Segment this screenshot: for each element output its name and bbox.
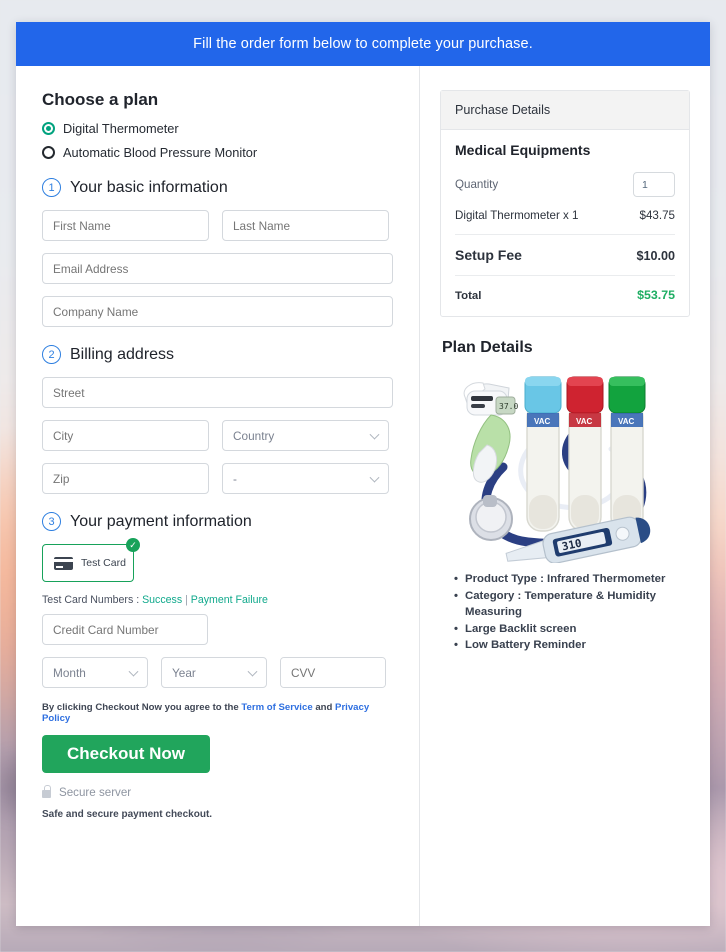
step-title: Billing address bbox=[70, 345, 175, 363]
chevron-down-icon bbox=[128, 666, 139, 677]
product-photo: 37.0 VAC VAC VAC 310 bbox=[443, 367, 687, 564]
purchase-details-box: Purchase Details Medical Equipments Quan… bbox=[440, 90, 690, 317]
banner: Fill the order form below to complete yo… bbox=[16, 22, 710, 66]
street-row bbox=[42, 377, 393, 408]
quantity-row: Quantity bbox=[455, 172, 675, 197]
expiry-cvv-row: Month Year bbox=[42, 657, 393, 688]
list-item: Category : Temperature & Humidity Measur… bbox=[454, 588, 690, 621]
terms-prefix: By clicking Checkout Now you agree to th… bbox=[42, 702, 242, 713]
payment-failure-link[interactable]: Payment Failure bbox=[191, 594, 268, 606]
step-number-badge: 3 bbox=[42, 512, 61, 531]
zip-state-row: - bbox=[42, 463, 393, 494]
month-select[interactable]: Month bbox=[42, 657, 148, 688]
year-select-value: Year bbox=[172, 665, 196, 680]
term-of-service-link[interactable]: Term of Service bbox=[241, 702, 312, 713]
safe-checkout-text: Safe and secure payment checkout. bbox=[42, 809, 213, 820]
svg-text:VAC: VAC bbox=[534, 417, 551, 426]
form-column: Choose a plan Digital Thermometer Automa… bbox=[16, 66, 420, 926]
country-select[interactable]: Country bbox=[222, 420, 389, 451]
line-item-label: Digital Thermometer x 1 bbox=[455, 209, 579, 222]
plan-option-label: Digital Thermometer bbox=[63, 121, 179, 136]
state-select-value: - bbox=[233, 471, 237, 486]
chevron-down-icon bbox=[247, 666, 258, 677]
total-row: Total $53.75 bbox=[455, 276, 675, 302]
line-item-price: $43.75 bbox=[639, 209, 675, 222]
success-link[interactable]: Success bbox=[142, 594, 182, 606]
setup-fee-label: Setup Fee bbox=[455, 247, 522, 263]
checkout-now-button[interactable]: Checkout Now bbox=[42, 735, 210, 773]
svg-text:37.0: 37.0 bbox=[499, 402, 518, 411]
quantity-label: Quantity bbox=[455, 178, 499, 191]
link-separator: | bbox=[182, 594, 191, 606]
cvv-group bbox=[280, 657, 386, 688]
step-number-badge: 2 bbox=[42, 345, 61, 364]
plan-option-blood-pressure-monitor[interactable]: Automatic Blood Pressure Monitor bbox=[42, 145, 393, 160]
credit-card-row bbox=[42, 614, 393, 645]
step-2-header: 2 Billing address bbox=[42, 345, 393, 364]
test-card-option[interactable]: Test Card ✓ bbox=[42, 538, 140, 582]
month-select-value: Month bbox=[53, 665, 86, 680]
total-price: $53.75 bbox=[637, 288, 675, 302]
check-circle-icon: ✓ bbox=[126, 538, 140, 552]
list-item: Product Type : Infrared Thermometer bbox=[454, 571, 690, 588]
country-select-value: Country bbox=[233, 428, 275, 443]
cvv-input[interactable] bbox=[281, 658, 385, 687]
company-row bbox=[42, 296, 393, 327]
company-name-input[interactable] bbox=[42, 296, 393, 327]
state-select[interactable]: - bbox=[222, 463, 389, 494]
email-input[interactable] bbox=[42, 253, 393, 284]
equipment-title: Medical Equipments bbox=[455, 142, 591, 158]
terms-middle: and bbox=[312, 702, 336, 713]
svg-text:VAC: VAC bbox=[576, 417, 593, 426]
last-name-input[interactable] bbox=[222, 210, 389, 241]
plan-option-digital-thermometer[interactable]: Digital Thermometer bbox=[42, 121, 393, 136]
step-title: Your payment information bbox=[70, 512, 252, 530]
credit-card-icon bbox=[54, 556, 73, 570]
purchase-details-header: Purchase Details bbox=[441, 91, 689, 130]
street-input[interactable] bbox=[42, 377, 393, 408]
plan-details-bullets: Product Type : Infrared Thermometer Cate… bbox=[454, 571, 690, 654]
email-row bbox=[42, 253, 393, 284]
checkout-card: Fill the order form below to complete yo… bbox=[16, 22, 710, 926]
list-item: Large Backlit screen bbox=[454, 621, 690, 638]
step-1-header: 1 Your basic information bbox=[42, 178, 393, 197]
quantity-input[interactable] bbox=[633, 172, 675, 197]
setup-fee-price: $10.00 bbox=[636, 249, 675, 263]
radio-selected-icon[interactable] bbox=[42, 122, 55, 135]
terms-text: By clicking Checkout Now you agree to th… bbox=[42, 702, 393, 724]
secure-server-text: Secure server bbox=[59, 786, 132, 799]
test-card-label: Test Card bbox=[81, 557, 126, 569]
step-title: Your basic information bbox=[70, 178, 228, 196]
medical-equipment-image: 37.0 VAC VAC VAC 310 bbox=[463, 376, 651, 564]
summary-column: Purchase Details Medical Equipments Quan… bbox=[420, 66, 710, 926]
card-body: Choose a plan Digital Thermometer Automa… bbox=[16, 66, 710, 926]
city-input[interactable] bbox=[42, 420, 209, 451]
credit-card-number-input[interactable] bbox=[42, 614, 208, 645]
year-select[interactable]: Year bbox=[161, 657, 267, 688]
choose-a-plan-heading: Choose a plan bbox=[42, 90, 159, 109]
radio-unselected-icon[interactable] bbox=[42, 146, 55, 159]
setup-fee-row: Setup Fee $10.00 bbox=[455, 235, 675, 276]
plan-details-title: Plan Details bbox=[442, 339, 533, 356]
banner-text: Fill the order form below to complete yo… bbox=[193, 36, 533, 52]
line-item-row: Digital Thermometer x 1 $43.75 bbox=[455, 209, 675, 235]
chevron-down-icon bbox=[369, 472, 380, 483]
name-row bbox=[42, 210, 393, 241]
list-item: Low Battery Reminder bbox=[454, 637, 690, 654]
step-number-badge: 1 bbox=[42, 178, 61, 197]
zip-input[interactable] bbox=[42, 463, 209, 494]
test-numbers-prefix: Test Card Numbers : bbox=[42, 594, 143, 606]
svg-text:VAC: VAC bbox=[618, 417, 635, 426]
total-label: Total bbox=[455, 290, 482, 302]
secure-server-row: Secure server bbox=[42, 785, 393, 799]
plan-option-label: Automatic Blood Pressure Monitor bbox=[63, 145, 258, 160]
test-card-numbers: Test Card Numbers : Success | Payment Fa… bbox=[42, 594, 393, 606]
chevron-down-icon bbox=[369, 429, 380, 440]
city-country-row: Country bbox=[42, 420, 393, 451]
step-3-header: 3 Your payment information bbox=[42, 512, 393, 531]
first-name-input[interactable] bbox=[42, 210, 209, 241]
lock-icon bbox=[42, 785, 52, 798]
purchase-details-body: Medical Equipments Quantity Digital Ther… bbox=[441, 130, 689, 316]
